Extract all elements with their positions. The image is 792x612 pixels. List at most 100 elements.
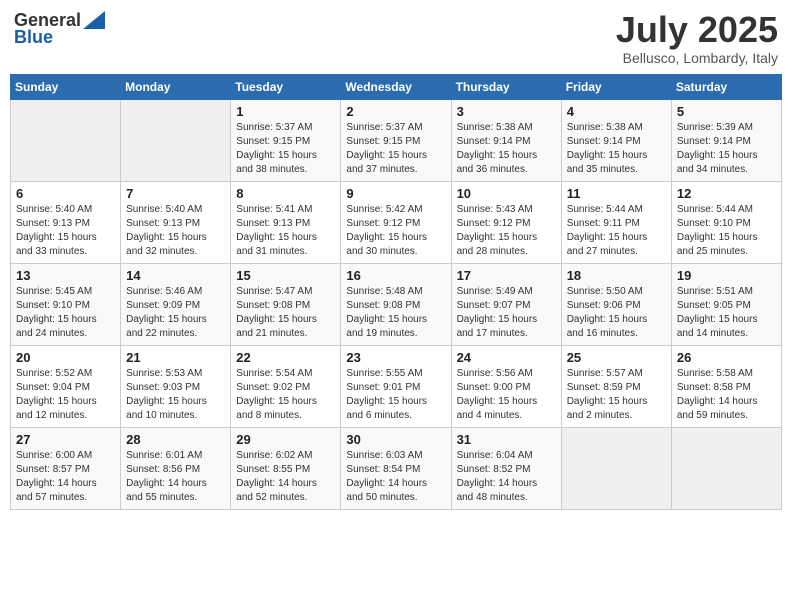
calendar-cell: 6 Sunrise: 5:40 AM Sunset: 9:13 PM Daylig…	[11, 181, 121, 263]
col-header-thursday: Thursday	[451, 74, 561, 99]
calendar-cell: 2 Sunrise: 5:37 AM Sunset: 9:15 PM Daylig…	[341, 99, 451, 181]
calendar-cell: 29Sunrise: 6:02 AM Sunset: 8:55 PM Dayli…	[231, 427, 341, 509]
day-number: 4	[567, 104, 666, 119]
day-number: 29	[236, 432, 335, 447]
calendar-week-row: 6 Sunrise: 5:40 AM Sunset: 9:13 PM Daylig…	[11, 181, 782, 263]
day-info: Sunrise: 5:37 AM Sunset: 9:15 PM Dayligh…	[346, 121, 445, 177]
calendar-cell	[121, 99, 231, 181]
day-number: 19	[677, 268, 776, 283]
day-number: 23	[346, 350, 445, 365]
day-info: Sunrise: 6:04 AM Sunset: 8:52 PM Dayligh…	[457, 449, 556, 505]
day-number: 26	[677, 350, 776, 365]
calendar-cell: 11 Sunrise: 5:44 AM Sunset: 9:11 PM Dayli…	[561, 181, 671, 263]
calendar-cell: 22 Sunrise: 5:54 AM Sunset: 9:02 PM Dayli…	[231, 345, 341, 427]
day-info: Sunrise: 5:44 AM Sunset: 9:10 PM Dayligh…	[677, 203, 776, 259]
day-info: Sunrise: 5:42 AM Sunset: 9:12 PM Dayligh…	[346, 203, 445, 259]
calendar-cell: 18 Sunrise: 5:50 AM Sunset: 9:06 PM Dayli…	[561, 263, 671, 345]
calendar-cell: 10Sunrise: 5:43 AM Sunset: 9:12 PM Dayli…	[451, 181, 561, 263]
day-number: 28	[126, 432, 225, 447]
col-header-tuesday: Tuesday	[231, 74, 341, 99]
day-number: 14	[126, 268, 225, 283]
calendar-cell: 8 Sunrise: 5:41 AM Sunset: 9:13 PM Daylig…	[231, 181, 341, 263]
day-number: 11	[567, 186, 666, 201]
calendar-cell: 7Sunrise: 5:40 AM Sunset: 9:13 PM Daylig…	[121, 181, 231, 263]
day-info: Sunrise: 5:37 AM Sunset: 9:15 PM Dayligh…	[236, 121, 335, 177]
calendar-cell: 21Sunrise: 5:53 AM Sunset: 9:03 PM Dayli…	[121, 345, 231, 427]
day-number: 25	[567, 350, 666, 365]
day-number: 22	[236, 350, 335, 365]
calendar-cell: 14 Sunrise: 5:46 AM Sunset: 9:09 PM Dayli…	[121, 263, 231, 345]
day-info: Sunrise: 5:50 AM Sunset: 9:06 PM Dayligh…	[567, 285, 666, 341]
month-year-title: July 2025	[616, 10, 778, 50]
day-number: 20	[16, 350, 115, 365]
calendar-cell: 24 Sunrise: 5:56 AM Sunset: 9:00 PM Dayli…	[451, 345, 561, 427]
day-number: 8	[236, 186, 335, 201]
location-subtitle: Bellusco, Lombardy, Italy	[616, 50, 778, 66]
day-info: Sunrise: 6:00 AM Sunset: 8:57 PM Dayligh…	[16, 449, 115, 505]
day-info: Sunrise: 5:47 AM Sunset: 9:08 PM Dayligh…	[236, 285, 335, 341]
day-info: Sunrise: 5:49 AM Sunset: 9:07 PM Dayligh…	[457, 285, 556, 341]
calendar-cell	[561, 427, 671, 509]
calendar-cell: 31 Sunrise: 6:04 AM Sunset: 8:52 PM Dayli…	[451, 427, 561, 509]
calendar-cell: 9 Sunrise: 5:42 AM Sunset: 9:12 PM Daylig…	[341, 181, 451, 263]
calendar-cell	[11, 99, 121, 181]
calendar-cell: 5Sunrise: 5:39 AM Sunset: 9:14 PM Daylig…	[671, 99, 781, 181]
calendar-cell: 25 Sunrise: 5:57 AM Sunset: 8:59 PM Dayli…	[561, 345, 671, 427]
day-info: Sunrise: 5:40 AM Sunset: 9:13 PM Dayligh…	[16, 203, 115, 259]
day-info: Sunrise: 5:45 AM Sunset: 9:10 PM Dayligh…	[16, 285, 115, 341]
calendar-cell: 15 Sunrise: 5:47 AM Sunset: 9:08 PM Dayli…	[231, 263, 341, 345]
calendar-cell: 23 Sunrise: 5:55 AM Sunset: 9:01 PM Dayli…	[341, 345, 451, 427]
title-block: July 2025 Bellusco, Lombardy, Italy	[616, 10, 778, 66]
calendar-cell: 17 Sunrise: 5:49 AM Sunset: 9:07 PM Dayli…	[451, 263, 561, 345]
day-info: Sunrise: 5:51 AM Sunset: 9:05 PM Dayligh…	[677, 285, 776, 341]
calendar-week-row: 27Sunrise: 6:00 AM Sunset: 8:57 PM Dayli…	[11, 427, 782, 509]
col-header-friday: Friday	[561, 74, 671, 99]
calendar-cell: 1 Sunrise: 5:37 AM Sunset: 9:15 PM Daylig…	[231, 99, 341, 181]
calendar-cell: 27Sunrise: 6:00 AM Sunset: 8:57 PM Dayli…	[11, 427, 121, 509]
day-number: 15	[236, 268, 335, 283]
day-number: 2	[346, 104, 445, 119]
calendar-cell: 30 Sunrise: 6:03 AM Sunset: 8:54 PM Dayli…	[341, 427, 451, 509]
day-info: Sunrise: 5:41 AM Sunset: 9:13 PM Dayligh…	[236, 203, 335, 259]
day-info: Sunrise: 6:03 AM Sunset: 8:54 PM Dayligh…	[346, 449, 445, 505]
col-header-wednesday: Wednesday	[341, 74, 451, 99]
col-header-saturday: Saturday	[671, 74, 781, 99]
calendar-header-row: SundayMondayTuesdayWednesdayThursdayFrid…	[11, 74, 782, 99]
day-number: 6	[16, 186, 115, 201]
logo-icon	[83, 11, 105, 29]
logo: General Blue	[14, 10, 105, 48]
calendar-cell: 20 Sunrise: 5:52 AM Sunset: 9:04 PM Dayli…	[11, 345, 121, 427]
calendar-cell: 12Sunrise: 5:44 AM Sunset: 9:10 PM Dayli…	[671, 181, 781, 263]
calendar-week-row: 13 Sunrise: 5:45 AM Sunset: 9:10 PM Dayli…	[11, 263, 782, 345]
day-info: Sunrise: 5:54 AM Sunset: 9:02 PM Dayligh…	[236, 367, 335, 423]
day-number: 7	[126, 186, 225, 201]
day-info: Sunrise: 5:53 AM Sunset: 9:03 PM Dayligh…	[126, 367, 225, 423]
calendar-week-row: 20 Sunrise: 5:52 AM Sunset: 9:04 PM Dayli…	[11, 345, 782, 427]
calendar-cell: 28Sunrise: 6:01 AM Sunset: 8:56 PM Dayli…	[121, 427, 231, 509]
day-info: Sunrise: 5:56 AM Sunset: 9:00 PM Dayligh…	[457, 367, 556, 423]
day-number: 18	[567, 268, 666, 283]
day-info: Sunrise: 5:43 AM Sunset: 9:12 PM Dayligh…	[457, 203, 556, 259]
calendar-cell: 4Sunrise: 5:38 AM Sunset: 9:14 PM Daylig…	[561, 99, 671, 181]
day-number: 1	[236, 104, 335, 119]
day-number: 13	[16, 268, 115, 283]
day-info: Sunrise: 5:58 AM Sunset: 8:58 PM Dayligh…	[677, 367, 776, 423]
day-info: Sunrise: 5:57 AM Sunset: 8:59 PM Dayligh…	[567, 367, 666, 423]
day-info: Sunrise: 5:52 AM Sunset: 9:04 PM Dayligh…	[16, 367, 115, 423]
day-info: Sunrise: 5:46 AM Sunset: 9:09 PM Dayligh…	[126, 285, 225, 341]
day-number: 3	[457, 104, 556, 119]
col-header-sunday: Sunday	[11, 74, 121, 99]
day-number: 17	[457, 268, 556, 283]
calendar-cell: 3Sunrise: 5:38 AM Sunset: 9:14 PM Daylig…	[451, 99, 561, 181]
day-number: 9	[346, 186, 445, 201]
day-number: 30	[346, 432, 445, 447]
calendar-week-row: 1 Sunrise: 5:37 AM Sunset: 9:15 PM Daylig…	[11, 99, 782, 181]
calendar-table: SundayMondayTuesdayWednesdayThursdayFrid…	[10, 74, 782, 510]
day-number: 31	[457, 432, 556, 447]
day-number: 24	[457, 350, 556, 365]
day-info: Sunrise: 5:55 AM Sunset: 9:01 PM Dayligh…	[346, 367, 445, 423]
day-info: Sunrise: 5:44 AM Sunset: 9:11 PM Dayligh…	[567, 203, 666, 259]
logo-blue-text: Blue	[14, 27, 53, 48]
calendar-cell: 16Sunrise: 5:48 AM Sunset: 9:08 PM Dayli…	[341, 263, 451, 345]
page-header: General Blue July 2025 Bellusco, Lombard…	[10, 10, 782, 66]
